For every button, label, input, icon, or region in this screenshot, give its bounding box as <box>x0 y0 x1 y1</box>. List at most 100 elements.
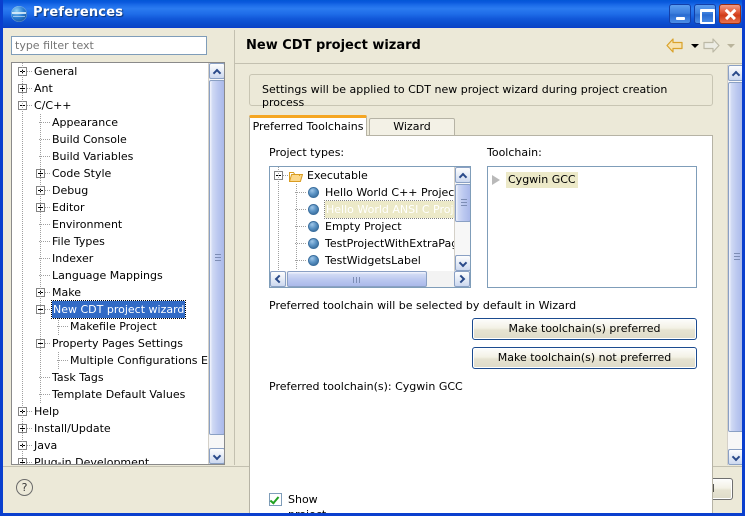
sidebar-item-multiple-configurations-edit[interactable]: Multiple Configurations Edit <box>12 352 209 369</box>
scroll-thumb[interactable] <box>287 271 427 287</box>
scroll-up-button[interactable] <box>209 63 225 79</box>
sidebar-item-install-update[interactable]: Install/Update <box>12 420 209 437</box>
forward-dropdown-chevron-down-icon <box>727 44 735 48</box>
project-type-item[interactable]: Hello World ANSI C Project <box>270 201 455 218</box>
sidebar-item-indexer[interactable]: Indexer <box>12 250 209 267</box>
close-button[interactable] <box>719 4 741 24</box>
show-supported-only-label: Show project types and toolchains only i… <box>288 492 344 516</box>
sidebar-item-debug[interactable]: Debug <box>12 182 209 199</box>
sidebar-item-label: Build Console <box>52 131 127 148</box>
sidebar-item-task-tags[interactable]: Task Tags <box>12 369 209 386</box>
sidebar-item-label: Make <box>52 284 81 301</box>
project-type-label: TestWidgetsLabel <box>325 252 421 269</box>
sidebar-item-label: Environment <box>52 216 122 233</box>
project-types-rows: ExecutableHello World C++ ProjectHello W… <box>270 167 455 272</box>
sidebar-item-label: General <box>34 63 77 80</box>
scroll-thumb[interactable] <box>209 80 225 435</box>
project-type-label: Executable <box>307 167 368 184</box>
bullet-icon <box>308 204 319 215</box>
make-toolchains-not-preferred-button[interactable]: Make toolchain(s) not preferred <box>472 347 697 369</box>
tree-guide <box>58 318 59 335</box>
sidebar-item-language-mappings[interactable]: Language Mappings <box>12 267 209 284</box>
sidebar-item-label: Indexer <box>52 250 93 267</box>
preference-tree-rows: GeneralAntC/C++AppearanceBuild ConsoleBu… <box>12 63 209 464</box>
preference-tree[interactable]: GeneralAntC/C++AppearanceBuild ConsoleBu… <box>11 62 225 465</box>
forward-arrow-icon <box>702 38 720 53</box>
expand-triangle-icon[interactable] <box>492 175 500 185</box>
scroll-up-button[interactable] <box>728 65 744 81</box>
sidebar-item-help[interactable]: Help <box>12 403 209 420</box>
project-types-tree[interactable]: ExecutableHello World C++ ProjectHello W… <box>269 166 471 288</box>
back-arrow-icon[interactable] <box>666 38 684 53</box>
sidebar-item-ant[interactable]: Ant <box>12 80 209 97</box>
toolchain-list[interactable]: Cygwin GCC <box>487 166 697 288</box>
sidebar-item-file-types[interactable]: File Types <box>12 233 209 250</box>
scroll-up-button[interactable] <box>455 167 471 183</box>
preferred-toolchains-summary: Preferred toolchain(s): Cygwin GCC <box>269 380 463 393</box>
tree-guide <box>22 63 23 464</box>
back-dropdown-chevron-down-icon[interactable] <box>691 44 699 48</box>
sidebar-item-plug-in-development[interactable]: Plug-in Development <box>12 454 209 464</box>
scroll-down-button[interactable] <box>209 448 225 464</box>
page-body: Settings will be applied to CDT new proj… <box>235 65 743 465</box>
sidebar-item-build-console[interactable]: Build Console <box>12 131 209 148</box>
sidebar-item-label: Editor <box>52 199 85 216</box>
scroll-thumb[interactable] <box>455 184 471 222</box>
project-types-vscrollbar[interactable] <box>454 167 470 271</box>
show-supported-only-checkbox[interactable] <box>269 493 282 506</box>
sidebar-item-general[interactable]: General <box>12 63 209 80</box>
minimize-button[interactable] <box>669 4 691 24</box>
scroll-down-button[interactable] <box>455 255 471 271</box>
tree-guide <box>40 114 41 403</box>
project-type-label: TestProjectWithExtraPages <box>325 235 455 252</box>
sidebar-item-label: File Types <box>52 233 105 250</box>
sidebar-item-c-c[interactable]: C/C++ <box>12 97 209 114</box>
sidebar-item-java[interactable]: Java <box>12 437 209 454</box>
project-type-item[interactable]: Executable <box>270 167 455 184</box>
project-type-item[interactable]: TestWidgetsLabel <box>270 252 455 269</box>
sidebar-item-label: Task Tags <box>52 369 104 386</box>
tab-wizard-defaults[interactable]: Wizard Defaults <box>369 118 455 136</box>
sidebar-item-appearance[interactable]: Appearance <box>12 114 209 131</box>
project-type-item[interactable]: Hello World C++ Project <box>270 184 455 201</box>
sidebar-item-label: Ant <box>34 80 53 97</box>
scroll-right-button[interactable] <box>454 271 470 287</box>
sidebar-item-label: Property Pages Settings <box>52 335 183 352</box>
sidebar-item-new-cdt-project-wizard[interactable]: New CDT project wizard <box>12 301 209 318</box>
preference-tree-vscrollbar[interactable] <box>208 63 224 464</box>
sidebar-item-code-style[interactable]: Code Style <box>12 165 209 182</box>
scroll-thumb[interactable] <box>728 82 744 432</box>
preferences-globe-icon <box>11 6 27 22</box>
maximize-button[interactable] <box>694 4 716 24</box>
help-question-icon[interactable]: ? <box>16 479 33 496</box>
project-type-label: Hello World C++ Project <box>325 184 455 201</box>
project-type-label: Empty Project <box>325 218 402 235</box>
title-bar: Preferences <box>3 0 745 28</box>
sidebar-item-environment[interactable]: Environment <box>12 216 209 233</box>
preference-page-vscrollbar[interactable] <box>727 65 743 465</box>
sidebar-item-property-pages-settings[interactable]: Property Pages Settings <box>12 335 209 352</box>
scroll-down-button[interactable] <box>728 449 744 465</box>
bullet-icon <box>308 255 319 266</box>
project-type-item[interactable]: Empty Project <box>270 218 455 235</box>
preferred-toolchain-hint: Preferred toolchain will be selected by … <box>269 299 576 312</box>
sidebar-item-makefile-project[interactable]: Makefile Project <box>12 318 209 335</box>
folder-icon <box>289 170 303 181</box>
sidebar-item-make[interactable]: Make <box>12 284 209 301</box>
preferences-dialog: Preferences GeneralAntC/C++AppearanceBui… <box>0 0 745 516</box>
scroll-left-button[interactable] <box>270 271 286 287</box>
sidebar-item-template-default-values[interactable]: Template Default Values <box>12 386 209 403</box>
info-banner-text: Settings will be applied to CDT new proj… <box>262 83 712 109</box>
sidebar-item-label: Language Mappings <box>52 267 163 284</box>
sidebar-item-build-variables[interactable]: Build Variables <box>12 148 209 165</box>
filter-input[interactable] <box>11 36 207 55</box>
sidebar-item-label: Debug <box>52 182 88 199</box>
sidebar-item-editor[interactable]: Editor <box>12 199 209 216</box>
sidebar-item-label: Multiple Configurations Edit <box>70 352 209 369</box>
project-types-hscrollbar[interactable] <box>270 271 470 287</box>
make-toolchains-preferred-button[interactable]: Make toolchain(s) preferred <box>472 318 697 340</box>
page-title: New CDT project wizard <box>246 38 421 53</box>
project-type-label: Hello World ANSI C Project <box>325 201 455 218</box>
tab-preferred-toolchains[interactable]: Preferred Toolchains <box>249 115 367 136</box>
project-type-item[interactable]: TestProjectWithExtraPages <box>270 235 455 252</box>
